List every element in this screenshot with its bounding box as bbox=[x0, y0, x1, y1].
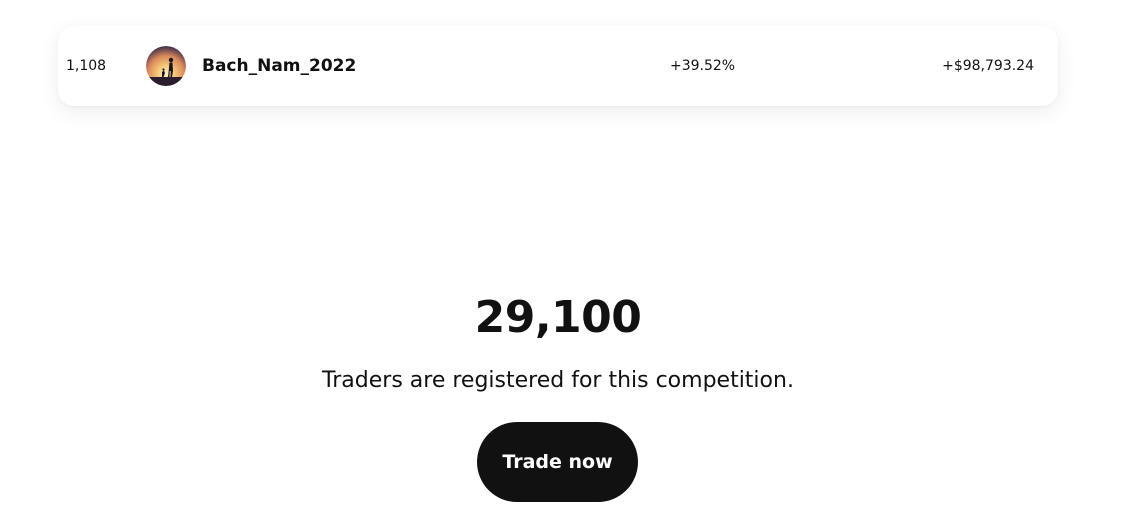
trade-now-button[interactable]: Trade now bbox=[477, 422, 638, 502]
sunset-silhouette-avatar-icon bbox=[146, 46, 186, 86]
registered-count: 29,100 bbox=[474, 292, 642, 343]
roi-value: +39.52% bbox=[670, 58, 736, 74]
avatar bbox=[146, 46, 186, 86]
competition-page: 1,108 Bach_Nam_2022 +39.52% +$98,793.24 … bbox=[0, 0, 1140, 515]
registered-description: Traders are registered for this competit… bbox=[322, 368, 794, 393]
pnl-value: +$98,793.24 bbox=[942, 58, 1034, 74]
username[interactable]: Bach_Nam_2022 bbox=[202, 55, 356, 77]
leaderboard-row[interactable]: 1,108 Bach_Nam_2022 +39.52% +$98,793.24 bbox=[58, 26, 1058, 106]
rank-number: 1,108 bbox=[66, 58, 107, 74]
